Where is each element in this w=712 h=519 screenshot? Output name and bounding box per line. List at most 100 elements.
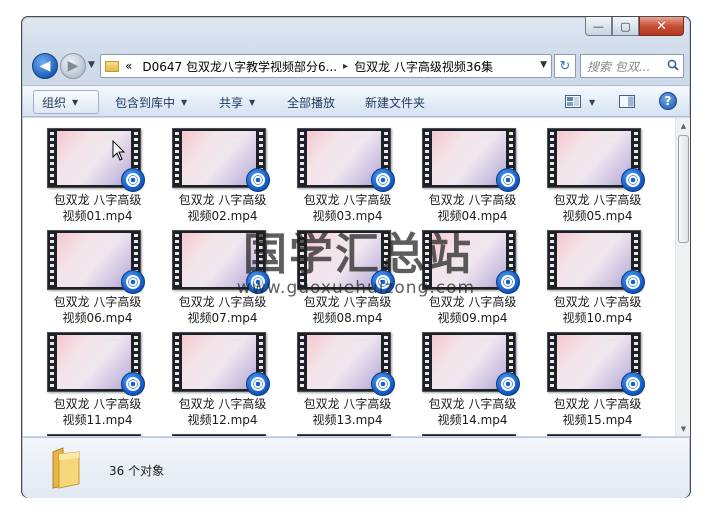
search-placeholder: 搜索 包双... <box>587 59 651 74</box>
breadcrumb-current[interactable]: 包双龙 八字高级视频36集 <box>354 58 493 75</box>
film-perforation <box>300 132 304 184</box>
film-perforation <box>50 132 54 184</box>
file-name: 包双龙 八字高级 视频06.mp4 <box>35 294 160 326</box>
scroll-up-arrow[interactable]: ▲ <box>676 118 691 133</box>
file-name: 包双龙 八字高级 视频07.mp4 <box>160 294 285 326</box>
file-name-line2: 视频01.mp4 <box>62 209 133 223</box>
file-item[interactable]: 包双龙 八字高级 视频13.mp4 <box>285 328 410 430</box>
file-name-line2: 视频09.mp4 <box>437 311 508 325</box>
file-name-line2: 视频14.mp4 <box>437 413 508 427</box>
file-item[interactable]: 包双龙 八字高级 视频03.mp4 <box>285 124 410 226</box>
title-bar: — ▢ ✕ <box>22 17 690 47</box>
file-item[interactable]: 包双龙 八字高级 视频11.mp4 <box>35 328 160 430</box>
command-bar: 组织 ▼ 包含到库中 ▼ 共享 ▼ 全部播放 新建文件夹 ▼ ? <box>23 85 689 117</box>
film-perforation <box>425 132 429 184</box>
media-player-icon <box>621 270 645 294</box>
file-name-line2: 视频11.mp4 <box>62 413 133 427</box>
frame-caption <box>105 237 119 239</box>
share-label: 共享 <box>219 95 244 110</box>
file-item[interactable] <box>410 430 535 436</box>
film-perforation <box>550 132 554 184</box>
media-player-icon <box>496 168 520 192</box>
forward-button[interactable]: ▶ <box>60 53 86 79</box>
file-name-line1: 包双龙 八字高级 <box>53 397 142 411</box>
film-perforation <box>425 336 429 388</box>
search-icon[interactable] <box>667 59 679 71</box>
thumbnail-frame <box>432 131 506 185</box>
preview-pane-icon[interactable] <box>619 95 635 108</box>
file-name-line2: 视频07.mp4 <box>187 311 258 325</box>
back-button[interactable]: ◀ <box>32 53 58 79</box>
file-item[interactable] <box>285 430 410 436</box>
video-thumbnail <box>297 434 391 436</box>
file-item[interactable]: 包双龙 八字高级 视频04.mp4 <box>410 124 535 226</box>
watermark-title: 国学汇总站 <box>243 229 473 280</box>
media-player-icon <box>121 168 145 192</box>
mouse-cursor-icon <box>112 140 126 161</box>
search-input[interactable]: 搜索 包双... <box>580 54 684 78</box>
include-in-library-button[interactable]: 包含到库中 ▼ <box>107 90 195 114</box>
organize-button[interactable]: 组织 ▼ <box>33 90 99 114</box>
breadcrumb-overflow[interactable]: « <box>125 59 132 73</box>
frame-caption <box>105 135 119 137</box>
file-name: 包双龙 八字高级 视频14.mp4 <box>410 396 535 428</box>
vertical-scrollbar[interactable]: ▲ ▼ <box>675 118 690 436</box>
help-icon[interactable]: ? <box>659 92 677 110</box>
file-name: 包双龙 八字高级 视频08.mp4 <box>285 294 410 326</box>
frame-caption <box>605 339 619 341</box>
frame-caption <box>605 237 619 239</box>
folder-icon <box>105 60 119 72</box>
film-perforation <box>550 234 554 286</box>
new-folder-button[interactable]: 新建文件夹 <box>357 90 433 114</box>
recent-pages-dropdown[interactable]: ▼ <box>88 60 95 70</box>
file-item[interactable]: 包双龙 八字高级 视频14.mp4 <box>410 328 535 430</box>
frame-caption <box>480 339 494 341</box>
minimize-button[interactable]: — <box>585 17 612 36</box>
media-player-icon <box>496 372 520 396</box>
file-name: 包双龙 八字高级 视频09.mp4 <box>410 294 535 326</box>
video-thumbnail <box>47 434 141 436</box>
view-options-dropdown[interactable]: ▼ <box>583 90 595 114</box>
item-count: 36 个对象 <box>109 464 165 478</box>
thumbnail-frame <box>182 131 256 185</box>
play-all-button[interactable]: 全部播放 <box>279 90 343 114</box>
scroll-down-arrow[interactable]: ▼ <box>676 421 691 436</box>
file-item[interactable] <box>160 430 285 436</box>
file-name-line2: 视频05.mp4 <box>562 209 633 223</box>
media-player-icon <box>621 372 645 396</box>
file-name: 包双龙 八字高级 视频10.mp4 <box>535 294 660 326</box>
thumbnail-frame <box>557 335 631 389</box>
frame-caption <box>230 135 244 137</box>
film-perforation <box>50 336 54 388</box>
file-item[interactable] <box>535 430 660 436</box>
file-item[interactable]: 包双龙 八字高级 视频01.mp4 <box>35 124 160 226</box>
breadcrumb-separator[interactable]: ▸ <box>343 61 348 72</box>
media-player-icon <box>371 168 395 192</box>
scrollbar-thumb[interactable] <box>678 135 689 243</box>
file-item[interactable] <box>35 430 160 436</box>
address-bar[interactable]: « D0647 包双龙八字教学视频部分6... ▸ 包双龙 八字高级视频36集 … <box>100 54 552 78</box>
file-item[interactable]: 包双龙 八字高级 视频15.mp4 <box>535 328 660 430</box>
file-name: 包双龙 八字高级 视频15.mp4 <box>535 396 660 428</box>
change-view-icon[interactable] <box>565 95 581 108</box>
breadcrumb-parent[interactable]: D0647 包双龙八字教学视频部分6... <box>142 58 337 75</box>
maximize-button[interactable]: ▢ <box>612 17 639 36</box>
close-button[interactable]: ✕ <box>639 17 684 36</box>
file-name-line1: 包双龙 八字高级 <box>178 193 267 207</box>
video-thumbnail <box>547 434 641 436</box>
refresh-button[interactable]: ↻ <box>554 54 576 78</box>
file-name-line1: 包双龙 八字高级 <box>303 397 392 411</box>
share-button[interactable]: 共享 ▼ <box>211 90 263 114</box>
file-item[interactable]: 包双龙 八字高级 视频02.mp4 <box>160 124 285 226</box>
details-pane: 36 个对象 <box>23 437 689 498</box>
video-thumbnail <box>172 434 266 436</box>
file-name: 包双龙 八字高级 视频05.mp4 <box>535 192 660 224</box>
file-item[interactable]: 包双龙 八字高级 视频05.mp4 <box>535 124 660 226</box>
media-player-icon <box>246 372 270 396</box>
file-item[interactable]: 包双龙 八字高级 视频10.mp4 <box>535 226 660 328</box>
file-item[interactable]: 包双龙 八字高级 视频12.mp4 <box>160 328 285 430</box>
film-perforation <box>300 336 304 388</box>
address-dropdown-icon[interactable]: ▼ <box>540 60 547 70</box>
file-item[interactable]: 包双龙 八字高级 视频06.mp4 <box>35 226 160 328</box>
chevron-down-icon: ▼ <box>181 97 188 107</box>
